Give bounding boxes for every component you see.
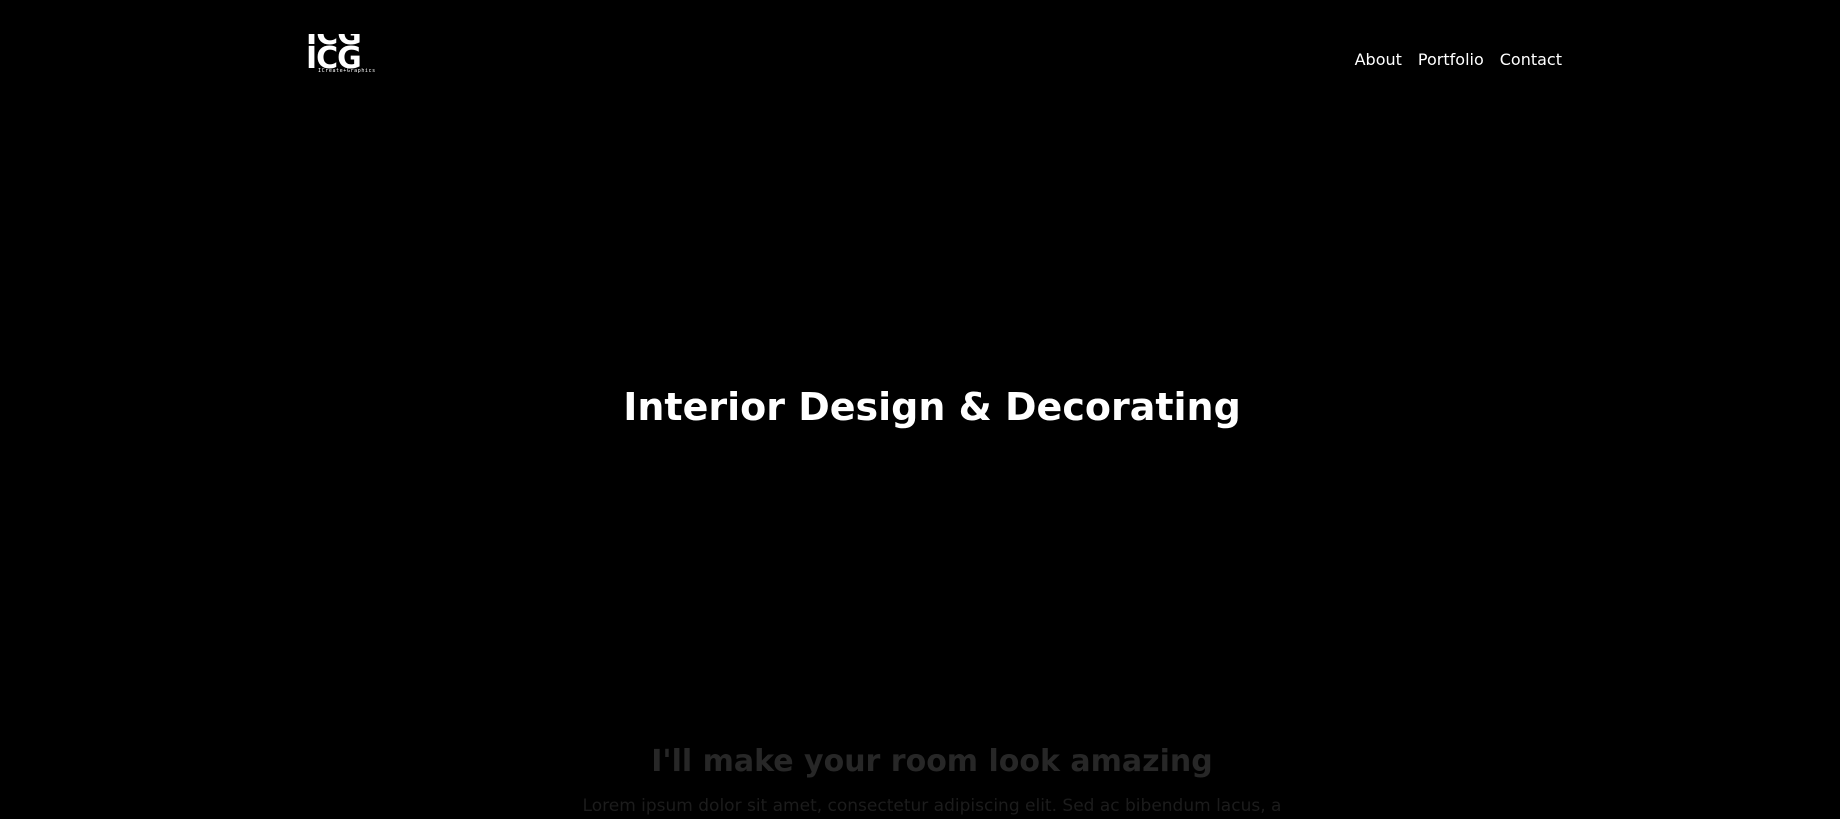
logo-mark: ICG ICG xyxy=(306,34,390,70)
site-logo[interactable]: ICG ICG ICreate+Graphics xyxy=(306,34,390,76)
intro-text: Lorem ipsum dolor sit amet, consectetur … xyxy=(582,796,1282,816)
nav-link-contact[interactable]: Contact xyxy=(1500,50,1562,70)
nav-link-portfolio[interactable]: Portfolio xyxy=(1418,50,1484,70)
main-nav: About Portfolio Contact xyxy=(1355,50,1562,70)
logo-mark-bottom: ICG xyxy=(306,41,362,71)
hero-title: Interior Design & Decorating xyxy=(623,385,1241,429)
intro-heading: I'll make your room look amazing xyxy=(651,744,1213,779)
nav-link-about[interactable]: About xyxy=(1355,50,1402,70)
logo-tagline: ICreate+Graphics xyxy=(318,68,376,74)
site-header: ICG ICG ICreate+Graphics About Portfolio… xyxy=(0,0,1840,120)
